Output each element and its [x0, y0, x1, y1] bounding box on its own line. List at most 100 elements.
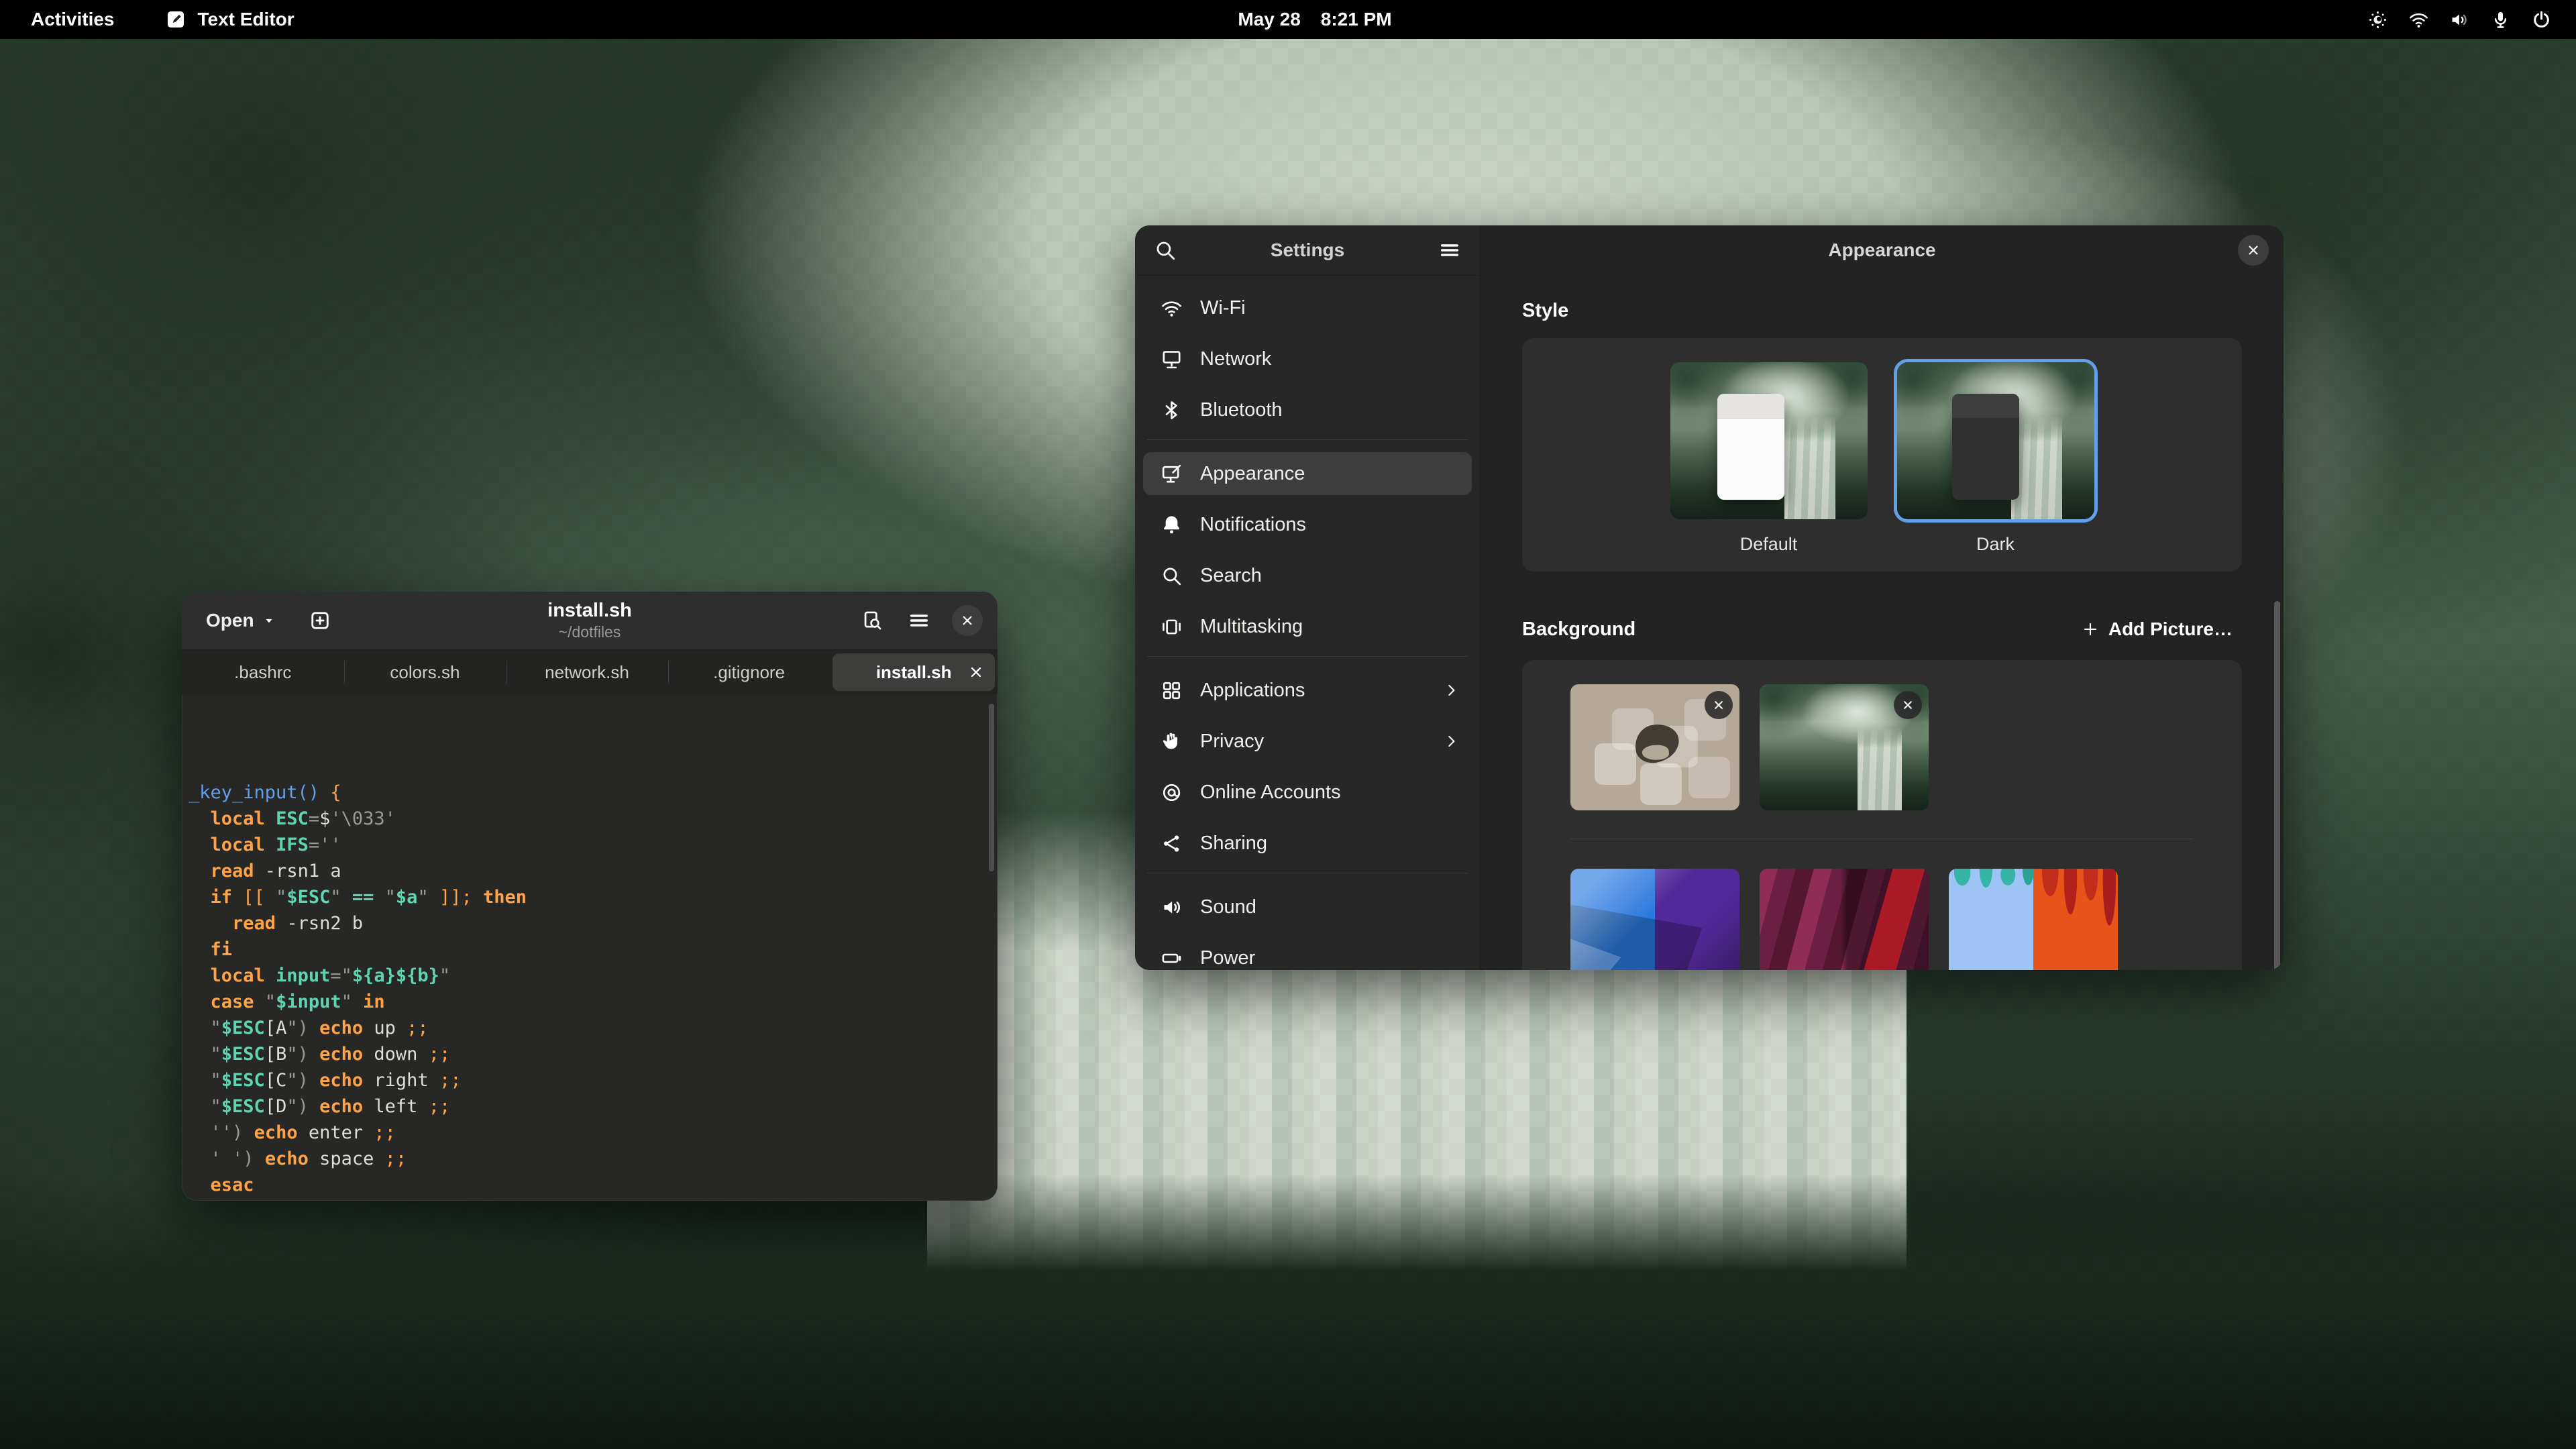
document-folder: ~/dotfiles [547, 623, 632, 641]
privacy-icon [1161, 731, 1183, 753]
blue-orange-wallpaper[interactable] [1949, 869, 2118, 970]
system-status-area[interactable] [2367, 0, 2552, 39]
focused-app-menu[interactable]: Text Editor [155, 5, 304, 34]
style-preview-dark[interactable] [1897, 362, 2094, 519]
settings-sidebar: Settings Wi-Fi Network Bluetooth Appearance… [1135, 225, 1481, 970]
tab-bar: .bashrccolors.sh network.sh .gitignore inst… [182, 650, 998, 694]
sound-icon [1161, 896, 1183, 918]
code-line: local ESC=$'\033' [189, 806, 998, 832]
brightness-icon[interactable] [2367, 9, 2388, 30]
sidebar-item-search[interactable]: Search [1143, 554, 1472, 597]
sidebar-item-privacy[interactable]: Privacy [1143, 720, 1472, 763]
sidebar-item-label: Multitasking [1200, 616, 1303, 638]
open-button-label: Open [206, 610, 254, 631]
sidebar-item-notifications[interactable]: Notifications [1143, 503, 1472, 546]
code-line: read -rsn2 b [189, 910, 998, 936]
background-heading: Background [1522, 619, 1635, 641]
sidebar-item-appearance[interactable]: Appearance [1143, 452, 1472, 495]
main-headerbar: Appearance [1481, 225, 2284, 276]
sidebar-item-label: Privacy [1200, 731, 1264, 753]
code-line: ' ') echo space ;; [189, 1146, 998, 1172]
sidebar-item-online-accounts[interactable]: Online Accounts [1143, 771, 1472, 814]
sidebar-divider [1147, 656, 1468, 657]
forest-wallpaper[interactable] [1760, 684, 1929, 810]
wifi-icon [1161, 297, 1183, 319]
editor-scrollbar[interactable] [989, 704, 994, 871]
document-name: install.sh [547, 600, 632, 622]
microphone-icon[interactable] [2490, 9, 2511, 30]
sidebar-item-applications[interactable]: Applications [1143, 669, 1472, 712]
adwaita-light-wallpaper[interactable] [1570, 684, 1739, 810]
desktop: Activities Text Editor May 28 8:21 PM Op… [0, 0, 2576, 1449]
battery-icon [1161, 947, 1183, 969]
sidebar-item-sharing[interactable]: Sharing [1143, 822, 1472, 865]
power-icon[interactable] [2531, 9, 2552, 30]
sidebar-item-multitasking[interactable]: Multitasking [1143, 605, 1472, 648]
close-tab-icon[interactable] [968, 664, 984, 680]
menu-icon[interactable] [905, 606, 933, 635]
code-editor-area[interactable]: _key_input() { local ESC=$'\033' local I… [182, 694, 998, 1201]
sidebar-item-sound[interactable]: Sound [1143, 885, 1472, 928]
sidebar-item-bluetooth[interactable]: Bluetooth [1143, 388, 1472, 431]
clock[interactable]: May 28 8:21 PM [1238, 9, 1391, 30]
multitasking-icon [1161, 616, 1183, 638]
maroon-red-wallpaper[interactable] [1760, 869, 1929, 970]
volume-icon[interactable] [2449, 9, 2470, 30]
headerbar-actions [858, 605, 983, 636]
wifi-icon[interactable] [2408, 9, 2429, 30]
mini-window [1717, 394, 1784, 500]
sidebar-headerbar: Settings [1135, 225, 1480, 276]
remove-wallpaper-button[interactable] [1894, 691, 1922, 719]
plus-icon [2082, 621, 2099, 638]
online-accounts-icon [1161, 782, 1183, 804]
code-line: _key_input() { [189, 780, 998, 806]
settings-scrollbar[interactable] [2274, 601, 2280, 970]
new-tab-button[interactable] [305, 606, 335, 635]
search-icon[interactable] [1154, 239, 1177, 262]
tab-.gitignore[interactable]: .gitignore [668, 650, 830, 694]
sidebar-item-network[interactable]: Network [1143, 337, 1472, 380]
sidebar-item-label: Network [1200, 348, 1271, 370]
sidebar-item-label: Applications [1200, 680, 1305, 702]
style-preview-light[interactable] [1670, 362, 1868, 519]
pattern-square [1688, 757, 1730, 798]
tab-network.sh[interactable]: network.sh [506, 650, 668, 694]
panel-title: Appearance [1828, 239, 1935, 261]
tab-label: install.sh [876, 662, 952, 683]
document-preview-icon[interactable] [858, 606, 886, 635]
sidebar-item-label: Power [1200, 947, 1255, 969]
background-card [1522, 660, 2242, 970]
style-option-dark[interactable]: Dark [1897, 362, 2094, 572]
code-line: "$ESC[A") echo up ;; [189, 1015, 998, 1041]
open-document-button[interactable]: Open [197, 603, 285, 638]
sidebar-item-power[interactable]: Power [1143, 936, 1472, 970]
sidebar-item-label: Sound [1200, 896, 1256, 918]
sidebar-list: Wi-Fi Network Bluetooth Appearance Notificat… [1135, 276, 1480, 970]
sidebar-item-label: Online Accounts [1200, 782, 1341, 804]
style-option-default[interactable]: Default [1670, 362, 1868, 572]
add-picture-button[interactable]: Add Picture… [2072, 613, 2242, 645]
settings-window: Settings Wi-FiNetworkBluetoothAppearance… [1135, 225, 2284, 970]
network-icon [1161, 348, 1183, 370]
code-line: if [[ "$ESC" == "$a" ]]; then [189, 884, 998, 910]
tab-label: .gitignore [713, 662, 785, 683]
settings-main-panel: Appearance Style DefaultDark Background … [1481, 225, 2284, 970]
sidebar-item-label: Sharing [1200, 833, 1267, 855]
activities-button[interactable]: Activities [20, 6, 125, 33]
sidebar-divider [1147, 439, 1468, 440]
blue-purple-wallpaper[interactable] [1570, 869, 1739, 970]
mini-window-titlebar [1952, 394, 2019, 418]
chevron-right-icon [1442, 682, 1460, 699]
remove-wallpaper-button[interactable] [1705, 691, 1733, 719]
document-title: install.sh ~/dotfiles [547, 600, 632, 641]
text-editor-headerbar: Open install.sh ~/dotfiles [182, 592, 998, 650]
tab-.bashrc[interactable]: .bashrc [182, 650, 344, 694]
tab-install.sh[interactable]: install.sh [833, 653, 995, 691]
tab-colors.sh[interactable]: colors.sh [344, 650, 506, 694]
style-card: DefaultDark [1522, 338, 2242, 572]
sidebar-item-wi-fi[interactable]: Wi-Fi [1143, 286, 1472, 329]
close-window-button[interactable] [952, 605, 983, 636]
menu-icon[interactable] [1438, 239, 1461, 262]
tab-label: network.sh [545, 662, 629, 683]
close-settings-button[interactable] [2238, 235, 2269, 266]
